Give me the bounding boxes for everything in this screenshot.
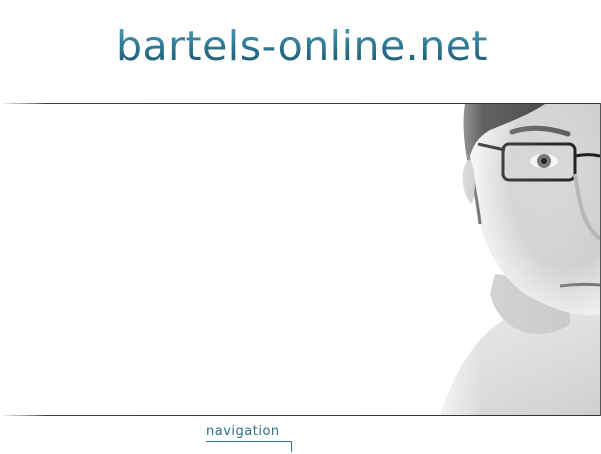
navigation-underline	[206, 441, 292, 452]
bottom-divider	[0, 415, 600, 416]
site-title-logo: bartels-online.net	[116, 22, 488, 70]
navigation-label[interactable]: navigation	[206, 424, 280, 439]
portrait-photo	[420, 104, 600, 415]
